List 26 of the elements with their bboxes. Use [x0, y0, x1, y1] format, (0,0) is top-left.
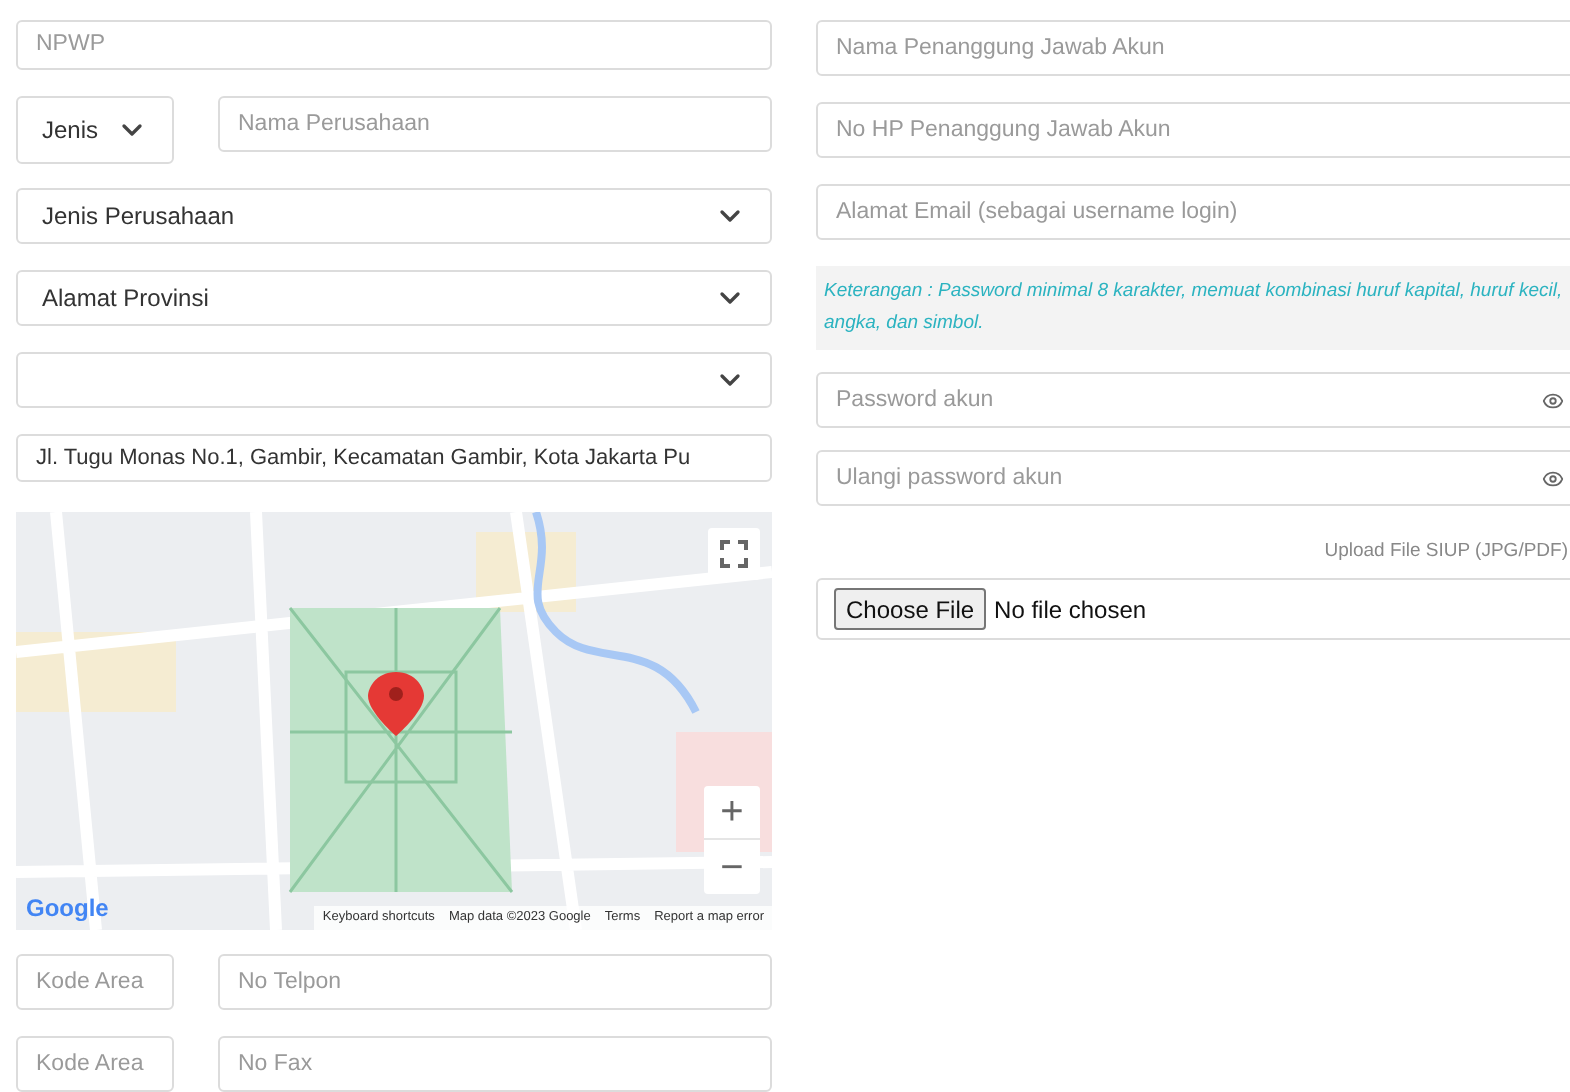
phone-field[interactable]: No Telpon: [218, 954, 772, 1010]
text-field[interactable]: Alamat Email (sebagai username login): [816, 184, 1570, 240]
area-code-field[interactable]: Kode Area: [16, 954, 174, 1010]
text-field[interactable]: Nama Penanggung Jawab Akun: [816, 20, 1570, 76]
file-input[interactable]: Choose File No file chosen: [816, 578, 1570, 641]
entity-type-select[interactable]: Jenis: [16, 95, 174, 163]
text-field[interactable]: No HP Penanggung Jawab Akun: [816, 102, 1570, 158]
fax-field[interactable]: No Fax: [218, 1036, 772, 1092]
npwp-field[interactable]: NPWP: [16, 20, 772, 69]
password-field[interactable]: Ulangi password akun: [816, 450, 1570, 506]
province-select[interactable]: Alamat Provinsi: [16, 269, 772, 325]
fullscreen-button[interactable]: [708, 528, 760, 580]
company-name-field[interactable]: Nama Perusahaan: [218, 95, 772, 151]
choose-file-button[interactable]: Choose File: [834, 588, 987, 631]
company-type-select[interactable]: Jenis Perusahaan: [16, 187, 772, 243]
eye-icon[interactable]: [1542, 390, 1564, 412]
password-note: Keterangan : Password minimal 8 karakter, memuat kombinasi huruf kapital, huruf kecil, angka, dan simbol.: [816, 266, 1570, 350]
map-logo: Google: [26, 892, 109, 926]
zoom-out-button[interactable]: −: [704, 840, 760, 894]
password-field[interactable]: Password akun: [816, 372, 1570, 428]
file-status: No file chosen: [994, 593, 1147, 628]
eye-icon[interactable]: [1542, 468, 1564, 490]
fullscreen-icon: [720, 540, 748, 568]
address-field[interactable]: Jl. Tugu Monas No.1, Gambir, Kecamatan Gambir, Kota Jakarta Pu: [16, 433, 772, 482]
upload-label: Upload File SIUP (JPG/PDF): [1324, 538, 1568, 566]
area-code-field[interactable]: Kode Area: [16, 1036, 174, 1092]
